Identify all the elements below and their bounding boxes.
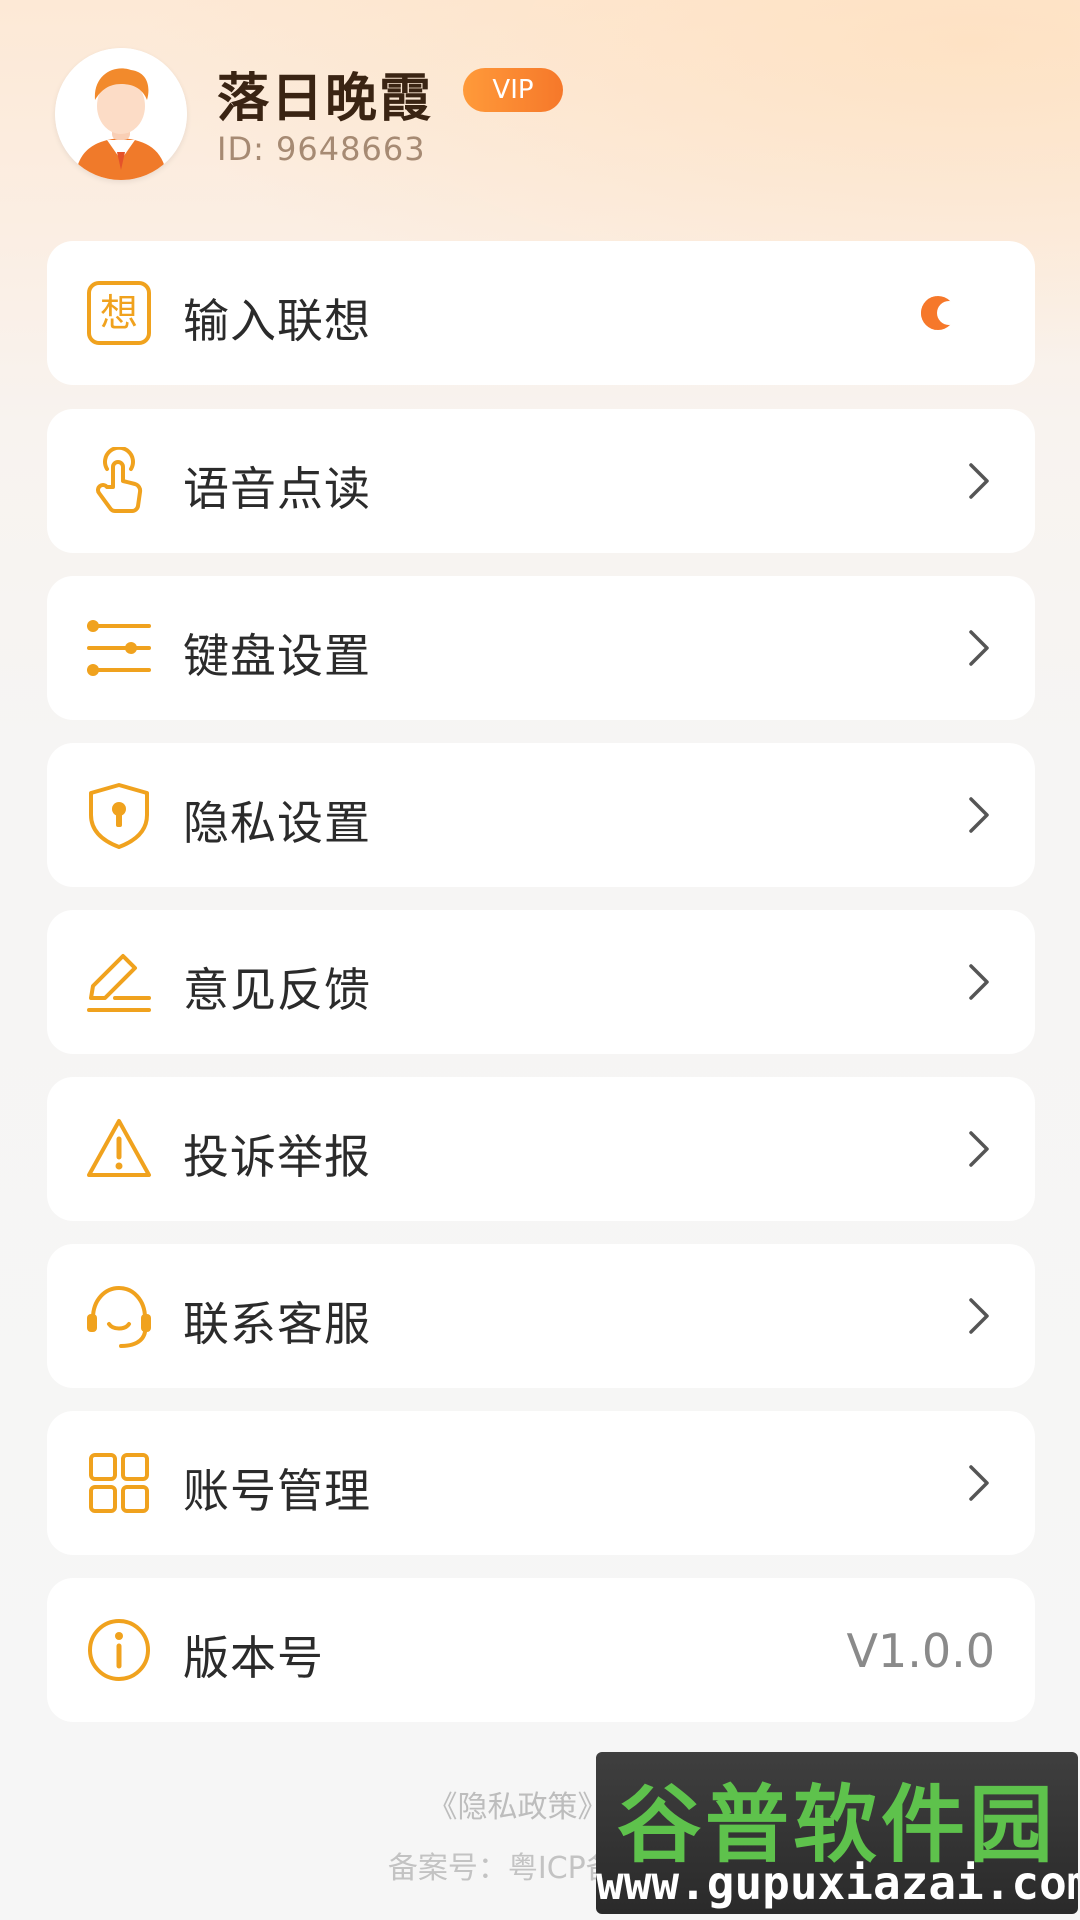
username: 落日晚霞 <box>217 69 434 129</box>
menu-label: 键盘设置 <box>183 629 371 683</box>
menu-item-account-management[interactable]: 账号管理 <box>47 1411 1035 1555</box>
avatar-image <box>55 48 187 180</box>
avatar[interactable] <box>55 48 187 180</box>
warning-icon <box>87 1119 151 1177</box>
toggle-switch[interactable] <box>919 294 957 332</box>
info-icon <box>88 1619 150 1681</box>
menu-label: 意见反馈 <box>183 963 371 1017</box>
menu-item-privacy-settings[interactable]: 隐私设置 <box>47 743 1035 887</box>
menu-item-version[interactable]: 版本号 V1.0.0 <box>47 1578 1035 1722</box>
menu-label: 隐私设置 <box>183 796 371 850</box>
chevron-right-icon <box>969 1131 989 1167</box>
menu-item-keyboard-settings[interactable]: 键盘设置 <box>47 576 1035 720</box>
menu-label: 版本号 <box>183 1631 324 1685</box>
grid-icon <box>89 1453 149 1513</box>
pen-icon <box>87 954 151 1012</box>
menu-item-customer-service[interactable]: 联系客服 <box>47 1244 1035 1388</box>
site-watermark: 谷普软件园 www.gupuxiazai.com <box>596 1752 1078 1914</box>
chevron-right-icon <box>969 463 989 499</box>
sliders-icon <box>87 620 151 676</box>
chevron-right-icon <box>969 630 989 666</box>
chevron-right-icon <box>969 797 989 833</box>
chevron-right-icon <box>969 1298 989 1334</box>
menu-label: 语音点读 <box>183 462 371 516</box>
menu-item-feedback[interactable]: 意见反馈 <box>47 910 1035 1054</box>
tap-hand-icon <box>96 447 143 513</box>
svg-text:想: 想 <box>100 291 138 335</box>
profile-header: 落日晚霞 VIP ID: 9648663 <box>55 48 1025 183</box>
user-id: ID: 9648663 <box>217 130 426 168</box>
menu-label: 联系客服 <box>183 1297 371 1351</box>
think-icon: 想 <box>87 281 151 345</box>
watermark-url: www.gupuxiazai.com <box>596 1856 1078 1910</box>
menu-item-voice-reading[interactable]: 语音点读 <box>47 409 1035 553</box>
menu-label: 投诉举报 <box>183 1130 371 1184</box>
headset-icon <box>87 1285 151 1348</box>
version-value: V1.0.0 <box>846 1624 995 1678</box>
vip-badge: VIP <box>463 68 563 112</box>
menu-item-complaint-report[interactable]: 投诉举报 <box>47 1077 1035 1221</box>
chevron-right-icon <box>969 964 989 1000</box>
menu-label: 输入联想 <box>183 294 371 348</box>
shield-lock-icon <box>89 783 149 849</box>
menu-label: 账号管理 <box>183 1464 371 1518</box>
chevron-right-icon <box>969 1465 989 1501</box>
menu-item-input-association[interactable]: 想 输入联想 <box>47 241 1035 385</box>
